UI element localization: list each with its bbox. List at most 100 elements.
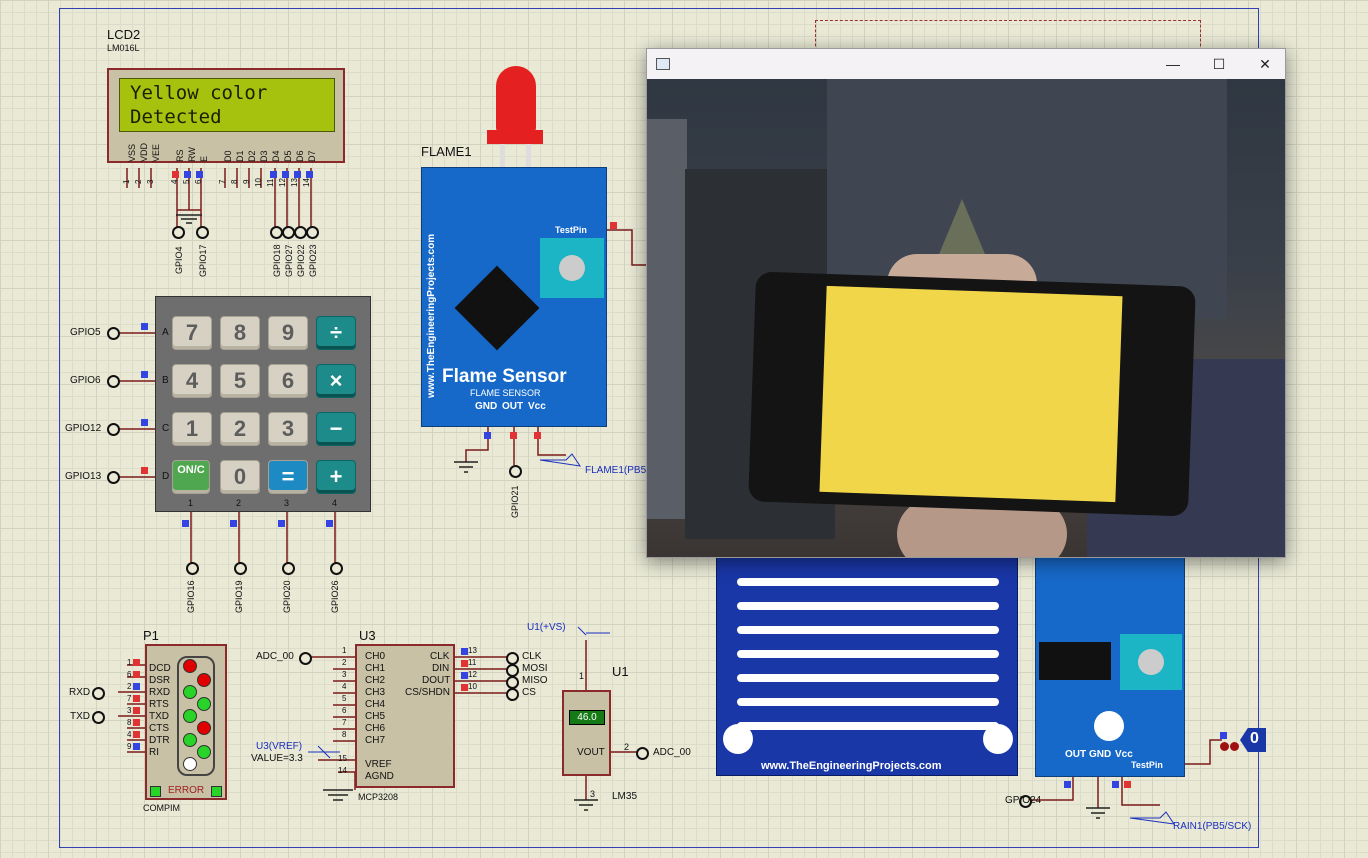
adc-pin-number: 8 [342, 730, 347, 739]
flame-pot [540, 238, 604, 298]
flame-testpin: TestPin [555, 225, 587, 235]
key-2[interactable]: 2 [220, 412, 260, 446]
gpio23-terminal[interactable] [306, 226, 319, 239]
rain-net-label: RAIN1(PB5/SCK) [1173, 821, 1252, 832]
gpio5-label: GPIO5 [70, 327, 101, 338]
lcd-label: LCD2 [107, 27, 141, 42]
adc-pin-marker [461, 648, 468, 655]
lcd-pin-number-9: 9 [242, 179, 251, 184]
comport-pin-marker [133, 707, 140, 714]
adc-din: DIN [432, 663, 450, 674]
lcd-model: LM016L [107, 43, 140, 53]
logic-probe-value: 0 [1250, 730, 1259, 747]
lcd-pin-number-11: 11 [266, 178, 275, 187]
rxd-terminal[interactable] [92, 687, 105, 700]
adc00-terminal[interactable] [299, 652, 312, 665]
gpio6-terminal[interactable] [107, 375, 120, 388]
gpio12-terminal[interactable] [107, 423, 120, 436]
gpio13-terminal[interactable] [107, 471, 120, 484]
key-9[interactable]: 9 [268, 316, 308, 350]
key-6[interactable]: 6 [268, 364, 308, 398]
adc-pin-number: 13 [468, 646, 477, 655]
mosi-net: MOSI [522, 663, 548, 674]
gpio21-terminal[interactable] [509, 465, 522, 478]
adc-ch1: CH1 [365, 663, 386, 674]
lcd-gpio-label: GPIO4 [174, 246, 184, 274]
key-5[interactable]: 5 [220, 364, 260, 398]
lcd-gpio-label: GPIO23 [308, 244, 318, 277]
key-7[interactable]: 7 [172, 316, 212, 350]
flame-sensor-board[interactable]: www.TheEngineeringProjects.com Flame Sen… [421, 167, 607, 427]
adc-pin-number: 10 [468, 682, 477, 691]
flame-led [496, 66, 536, 132]
key-3[interactable]: 3 [268, 412, 308, 446]
close-button[interactable]: ✕ [1242, 49, 1285, 79]
key-multiply[interactable]: × [316, 364, 356, 398]
key-plus[interactable]: + [316, 460, 356, 494]
lcd-pin-vss: VSS [127, 143, 137, 162]
adc-pin-number: 6 [342, 706, 347, 715]
key-1[interactable]: 1 [172, 412, 212, 446]
camera-window[interactable]: — ☐ ✕ [646, 48, 1286, 558]
gpio16-label: GPIO16 [186, 580, 196, 613]
adc-pin-number: 7 [342, 718, 347, 727]
adc-ch4: CH4 [365, 699, 386, 710]
adc00-input-label: ADC_00 [256, 651, 294, 662]
txd-terminal[interactable] [92, 711, 105, 724]
keypad-row-b: B [162, 375, 169, 386]
lcd-pin-vdd: VDD [139, 142, 149, 162]
flame-pin-out: OUT [502, 401, 524, 412]
gpio24-label: GPIO24 [1005, 795, 1042, 806]
comport-pin-dtr: DTR [149, 735, 170, 746]
rain-sensor-pad[interactable]: www.TheEngineeringProjects.com [716, 555, 1018, 776]
gpio4-terminal[interactable] [172, 226, 185, 239]
key-0[interactable]: 0 [220, 460, 260, 494]
lcd-pin-number-10: 10 [254, 178, 263, 187]
lcd-pin-rs: RS [175, 149, 185, 162]
key-8[interactable]: 8 [220, 316, 260, 350]
key-divide[interactable]: ÷ [316, 316, 356, 350]
rain-module-board[interactable]: OUT GND Vcc TestPin [1035, 555, 1185, 777]
lcd-pin-marker [294, 171, 301, 178]
key-4[interactable]: 4 [172, 364, 212, 398]
phone-screen-yellow [819, 285, 1123, 503]
gpio16-terminal[interactable] [186, 562, 199, 575]
comport-led-green [197, 745, 211, 759]
flame-pin-marker [534, 432, 541, 439]
lcd-gpio-label: GPIO27 [284, 244, 294, 277]
gpio19-terminal[interactable] [234, 562, 247, 575]
lcd-pin-d2: D2 [247, 150, 257, 162]
gpio17-terminal[interactable] [196, 226, 209, 239]
flame-pin-marker [484, 432, 491, 439]
adc-cs: CS/SHDN [405, 687, 451, 698]
comport-pin-dcd: DCD [149, 663, 171, 674]
adc-vref: VREF [365, 759, 392, 770]
camera-feed [647, 79, 1285, 557]
maximize-button[interactable]: ☐ [1196, 49, 1242, 79]
comport-pin-marker [133, 731, 140, 738]
comport-error-led [211, 786, 222, 797]
door-frame [647, 119, 687, 519]
rain-pin-out: OUT [1065, 749, 1087, 760]
key-on-clear[interactable]: ON/C [172, 460, 210, 494]
lcd-pin-d1: D1 [235, 150, 245, 162]
minimize-button[interactable]: — [1150, 49, 1196, 79]
key-minus[interactable]: − [316, 412, 356, 446]
comport-pin-ri: RI [149, 747, 159, 758]
keypad-pin-marker [230, 520, 237, 527]
key-equals[interactable]: = [268, 460, 308, 494]
keypad-col-2: 2 [236, 498, 242, 508]
gpio20-terminal[interactable] [282, 562, 295, 575]
comport-pin-number: 4 [127, 730, 132, 739]
cs-terminal[interactable] [506, 688, 519, 701]
adc-dout: DOUT [422, 675, 451, 686]
flame-website: www.TheEngineeringProjects.com [426, 233, 437, 398]
lm35-out-terminal[interactable] [636, 747, 649, 760]
lm35-body[interactable] [562, 690, 611, 776]
comport-pin-number: 7 [127, 694, 132, 703]
gpio5-terminal[interactable] [107, 327, 120, 340]
flame-pin-marker [610, 222, 617, 229]
gpio26-terminal[interactable] [330, 562, 343, 575]
window-titlebar[interactable]: — ☐ ✕ [647, 49, 1285, 79]
lm35-supply-label: U1(+VS) [527, 622, 566, 633]
